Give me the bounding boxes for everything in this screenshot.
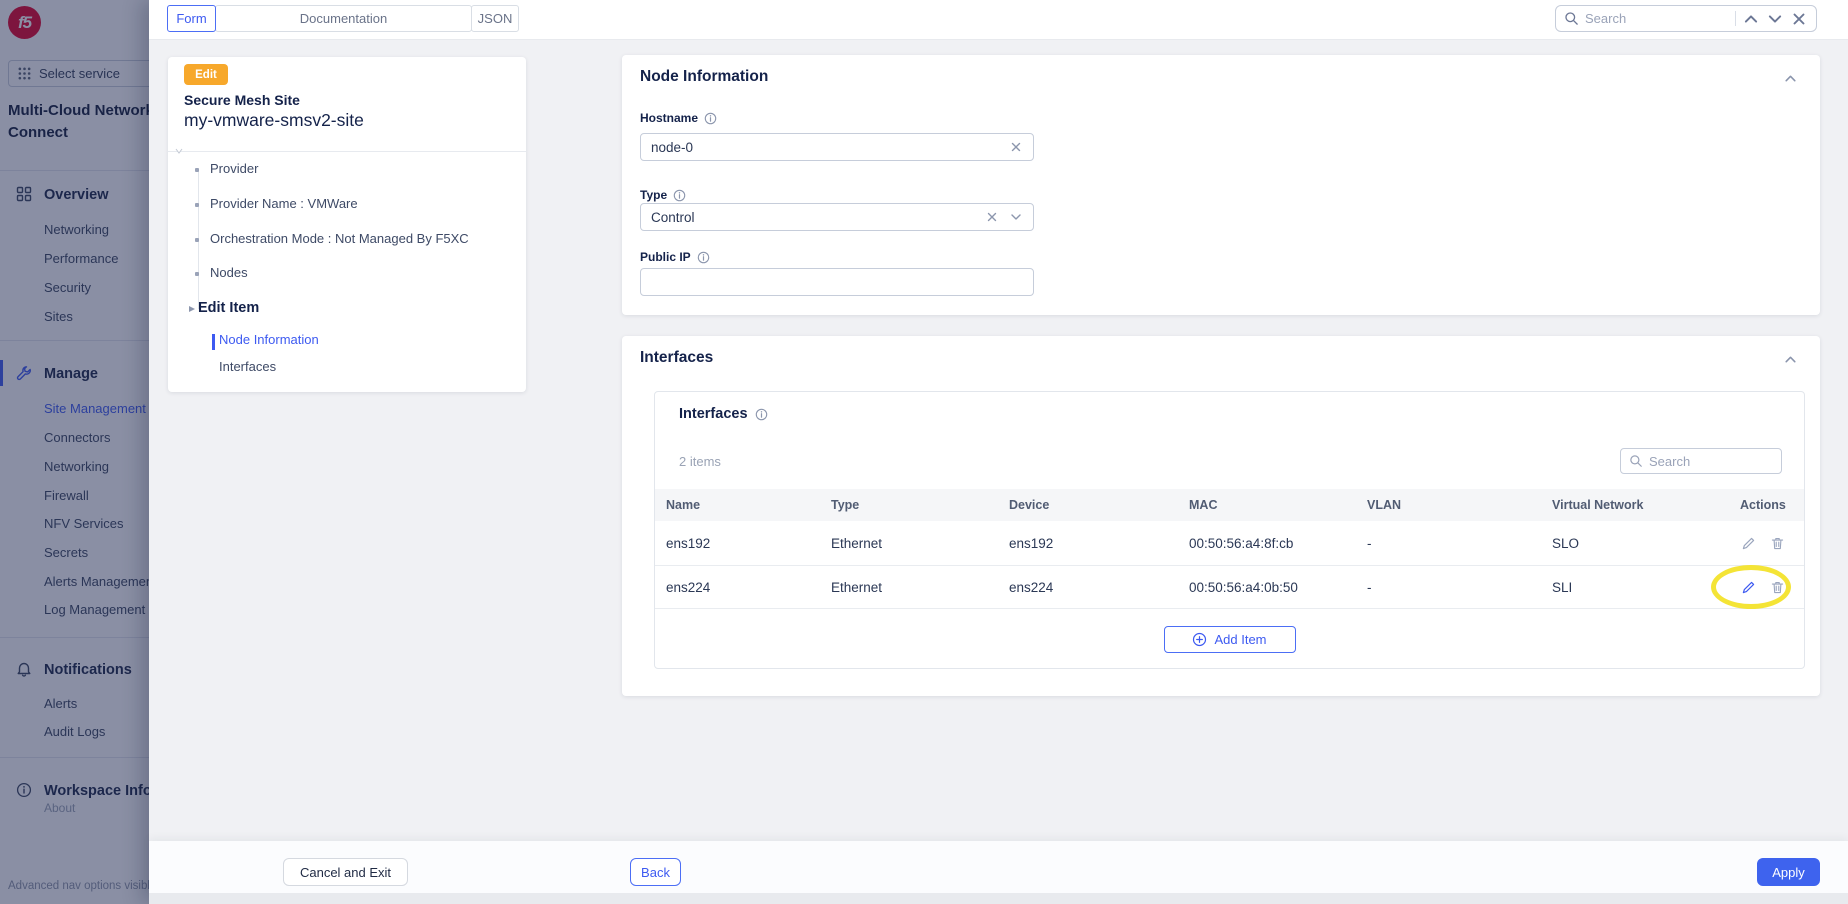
table-row: ens224 Ethernet ens224 00:50:56:a4:0b:50… bbox=[655, 566, 1804, 609]
cell-mac: 00:50:56:a4:8f:cb bbox=[1189, 536, 1367, 551]
hostname-label: Hostname bbox=[640, 111, 717, 125]
divider bbox=[1735, 11, 1736, 26]
row-actions bbox=[1740, 535, 1804, 552]
hostname-input[interactable]: node-0 bbox=[640, 133, 1034, 161]
delete-trash-icon[interactable] bbox=[1769, 579, 1786, 596]
cell-mac: 00:50:56:a4:0b:50 bbox=[1189, 580, 1367, 595]
wizard-edit-item-label[interactable]: Edit Item bbox=[198, 300, 259, 316]
plus-circle-icon bbox=[1192, 632, 1207, 647]
wizard-step-orchestration-mode[interactable]: Orchestration Mode : Not Managed By F5XC bbox=[210, 231, 469, 246]
find-search-input[interactable] bbox=[1585, 11, 1729, 26]
public-ip-input[interactable] bbox=[640, 268, 1034, 296]
cell-vlan: - bbox=[1367, 536, 1552, 551]
chevron-down-icon[interactable] bbox=[1766, 10, 1784, 28]
divider bbox=[168, 151, 526, 152]
collapse-chevron-icon[interactable] bbox=[1783, 71, 1798, 86]
wizard-step-provider-name[interactable]: Provider Name : VMWare bbox=[210, 196, 358, 211]
f5xc-console: f5 Select service Multi-Cloud Network Co… bbox=[0, 0, 1848, 904]
col-name: Name bbox=[666, 498, 831, 512]
edit-pencil-icon[interactable] bbox=[1740, 535, 1757, 552]
tab-documentation[interactable]: Documentation bbox=[215, 5, 472, 32]
public-ip-label: Public IP bbox=[640, 250, 710, 264]
wizard-step-provider[interactable]: Provider bbox=[210, 161, 258, 176]
wizard-substep-interfaces[interactable]: Interfaces bbox=[219, 359, 276, 374]
table-search-bar bbox=[1620, 448, 1782, 474]
bottom-strip bbox=[149, 893, 1848, 904]
clear-icon[interactable] bbox=[1009, 140, 1023, 154]
back-button[interactable]: Back bbox=[630, 858, 681, 886]
caret-right-icon bbox=[188, 305, 196, 313]
items-count: 2 items bbox=[679, 454, 721, 469]
interfaces-panel-title: Interfaces bbox=[679, 406, 768, 422]
caret-down-icon bbox=[174, 146, 184, 156]
footer-bar: Cancel and Exit Back Apply bbox=[149, 841, 1848, 893]
sidebar-dim-overlay bbox=[0, 0, 149, 904]
info-icon[interactable] bbox=[755, 408, 768, 421]
cell-name: ens224 bbox=[666, 580, 831, 595]
cell-type: Ethernet bbox=[831, 536, 1009, 551]
chevron-up-icon[interactable] bbox=[1742, 10, 1760, 28]
table-search-input[interactable] bbox=[1649, 454, 1773, 469]
cell-vlan: - bbox=[1367, 580, 1552, 595]
search-icon bbox=[1629, 454, 1643, 468]
table-row: ens192 Ethernet ens192 00:50:56:a4:8f:cb… bbox=[655, 521, 1804, 566]
info-icon[interactable] bbox=[673, 189, 686, 202]
active-step-indicator bbox=[212, 334, 215, 350]
search-icon bbox=[1564, 11, 1579, 26]
add-item-button[interactable]: Add Item bbox=[1164, 626, 1296, 653]
table-header-row: Name Type Device MAC VLAN Virtual Networ… bbox=[655, 489, 1804, 521]
step-bullet bbox=[195, 272, 199, 276]
node-information-title: Node Information bbox=[640, 68, 768, 86]
object-type-label: Secure Mesh Site bbox=[184, 92, 300, 108]
interfaces-list-panel: Interfaces 2 items Name Type Device MAC … bbox=[654, 391, 1805, 669]
wizard-step-nodes[interactable]: Nodes bbox=[210, 265, 248, 280]
info-icon[interactable] bbox=[704, 112, 717, 125]
wizard-nav-card: Edit Secure Mesh Site my-vmware-smsv2-si… bbox=[168, 57, 526, 392]
col-virtual-network: Virtual Network bbox=[1552, 498, 1740, 512]
form-slideover-panel: Form Documentation JSON Edit Secure Mesh… bbox=[149, 0, 1848, 904]
cell-device: ens224 bbox=[1009, 580, 1189, 595]
chevron-down-icon[interactable] bbox=[1009, 210, 1023, 224]
step-bullet bbox=[195, 168, 199, 172]
row-actions bbox=[1740, 579, 1804, 596]
apply-button[interactable]: Apply bbox=[1757, 858, 1820, 886]
col-actions: Actions bbox=[1740, 498, 1804, 512]
info-icon[interactable] bbox=[697, 251, 710, 264]
close-icon[interactable] bbox=[1790, 10, 1808, 28]
col-device: Device bbox=[1009, 498, 1189, 512]
cell-device: ens192 bbox=[1009, 536, 1189, 551]
interfaces-card: Interfaces Interfaces 2 items Name Type … bbox=[622, 336, 1820, 696]
type-label: Type bbox=[640, 188, 686, 202]
wizard-substep-node-information[interactable]: Node Information bbox=[219, 332, 319, 347]
cancel-and-exit-button[interactable]: Cancel and Exit bbox=[283, 858, 408, 886]
step-bullet bbox=[195, 238, 199, 242]
object-name: my-vmware-smsv2-site bbox=[184, 110, 364, 131]
hostname-value: node-0 bbox=[651, 140, 1009, 155]
panel-topbar: Form Documentation JSON bbox=[149, 0, 1848, 40]
type-value: Control bbox=[651, 210, 985, 225]
step-bullet bbox=[195, 203, 199, 207]
cell-type: Ethernet bbox=[831, 580, 1009, 595]
clear-icon[interactable] bbox=[985, 210, 999, 224]
add-item-row: Add Item bbox=[655, 609, 1804, 670]
cell-name: ens192 bbox=[666, 536, 831, 551]
type-select[interactable]: Control bbox=[640, 203, 1034, 231]
edit-pencil-icon[interactable] bbox=[1740, 579, 1757, 596]
col-mac: MAC bbox=[1189, 498, 1367, 512]
collapse-chevron-icon[interactable] bbox=[1783, 352, 1798, 367]
tab-json[interactable]: JSON bbox=[471, 5, 519, 32]
col-type: Type bbox=[831, 498, 1009, 512]
add-item-label: Add Item bbox=[1214, 632, 1266, 647]
cell-virtual-network: SLO bbox=[1552, 536, 1740, 551]
cell-virtual-network: SLI bbox=[1552, 580, 1740, 595]
tab-form[interactable]: Form bbox=[167, 5, 216, 32]
node-information-card: Node Information Hostname node-0 Type Co… bbox=[622, 55, 1820, 315]
delete-trash-icon[interactable] bbox=[1769, 535, 1786, 552]
sidebar: f5 Select service Multi-Cloud Network Co… bbox=[0, 0, 149, 904]
edit-badge: Edit bbox=[184, 64, 228, 85]
col-vlan: VLAN bbox=[1367, 498, 1552, 512]
interfaces-title: Interfaces bbox=[640, 349, 713, 367]
find-search-bar bbox=[1555, 5, 1817, 32]
